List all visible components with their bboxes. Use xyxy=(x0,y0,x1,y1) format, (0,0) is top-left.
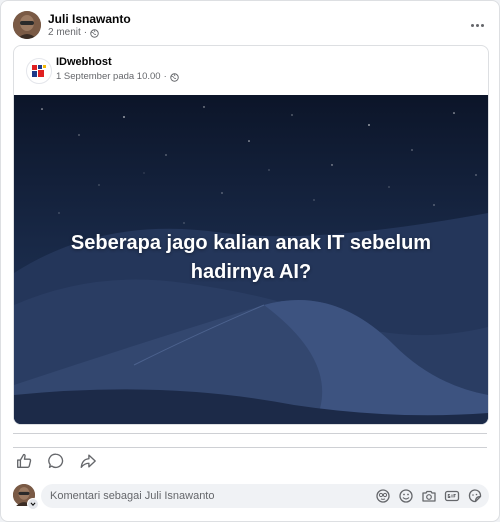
author-avatar[interactable] xyxy=(13,11,41,39)
shared-post-card[interactable]: IDwebhost 1 September pada 10.00 · Seber… xyxy=(13,45,489,425)
post-meta: 2 menit · xyxy=(48,27,99,39)
comment-input-tools xyxy=(375,488,483,504)
comment-bubble-icon xyxy=(48,453,64,469)
meta-separator: · xyxy=(163,71,167,82)
post-header: Juli Isnawanto 2 menit · xyxy=(13,11,489,41)
shared-post-date[interactable]: 1 September pada 10.00 xyxy=(56,71,161,83)
profile-switch-badge[interactable] xyxy=(27,498,39,510)
more-options-button[interactable] xyxy=(465,17,489,33)
divider xyxy=(13,447,487,448)
shared-post-meta: 1 September pada 10.00 · xyxy=(56,71,179,83)
share-arrow-icon xyxy=(80,454,96,468)
globe-icon xyxy=(90,28,99,38)
avatar-photo xyxy=(13,11,41,39)
image-caption: Seberapa jago kalian anak IT sebelum had… xyxy=(70,232,432,283)
feed-post: Juli Isnawanto 2 menit · IDwebhost 1 Sep… xyxy=(0,0,500,522)
comment-button[interactable] xyxy=(47,452,67,472)
emoji-icon[interactable] xyxy=(398,488,414,504)
page-logo[interactable] xyxy=(26,58,52,84)
post-actions xyxy=(13,450,213,474)
page-name[interactable]: IDwebhost xyxy=(56,56,112,69)
gif-icon[interactable] xyxy=(444,488,460,504)
avatar-sticker-icon[interactable] xyxy=(375,488,391,504)
camera-icon[interactable] xyxy=(421,488,437,504)
divider xyxy=(13,433,487,434)
comment-composer xyxy=(13,484,489,510)
more-horizontal-icon xyxy=(470,23,485,27)
meta-separator: · xyxy=(83,27,88,38)
author-name[interactable]: Juli Isnawanto xyxy=(48,12,131,26)
shared-post-header: IDwebhost 1 September pada 10.00 · xyxy=(14,46,488,95)
like-button[interactable] xyxy=(15,452,35,472)
post-image[interactable]: Seberapa jago kalian anak IT sebelum had… xyxy=(14,95,488,424)
globe-icon xyxy=(170,72,179,82)
sticker-icon[interactable] xyxy=(467,488,483,504)
idwebhost-logo-icon xyxy=(32,65,46,77)
chevron-down-icon xyxy=(30,502,36,507)
share-button[interactable] xyxy=(79,452,99,472)
thumbs-up-icon xyxy=(17,453,32,468)
post-time[interactable]: 2 menit xyxy=(48,27,81,39)
